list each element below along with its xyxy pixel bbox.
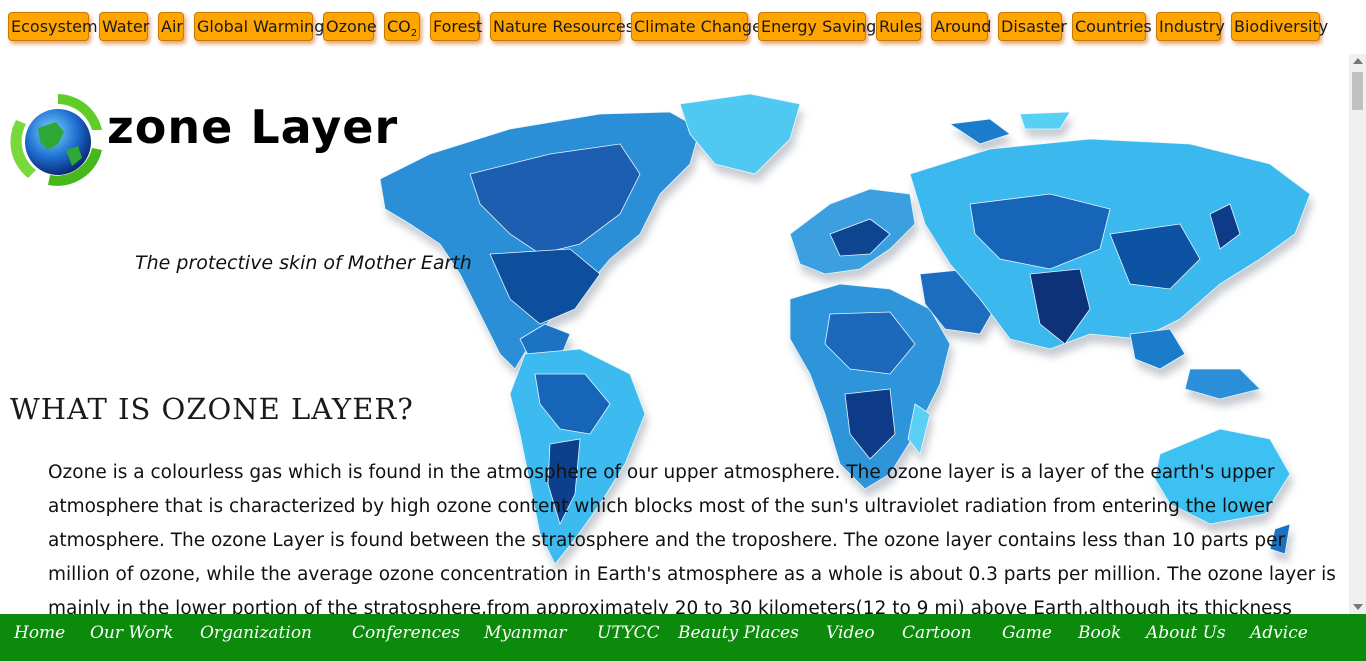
nav-button-co2[interactable]: CO2 bbox=[384, 12, 420, 41]
top-nav-bar: Ecosystem Water Air Global Warming Ozone… bbox=[0, 0, 1366, 54]
bottom-nav-game[interactable]: Game bbox=[1002, 623, 1052, 643]
page-title: zone Layer bbox=[107, 100, 399, 154]
tagline: The protective skin of Mother Earth bbox=[135, 252, 472, 274]
body-paragraph: Ozone is a colourless gas which is found… bbox=[48, 462, 1336, 614]
nav-button-countries[interactable]: Countries bbox=[1072, 12, 1152, 41]
recycling-globe-icon bbox=[10, 94, 102, 186]
bottom-nav-video[interactable]: Video bbox=[826, 623, 875, 643]
scroll-thumb[interactable] bbox=[1352, 72, 1363, 110]
nav-button-climate-change[interactable]: Climate Change bbox=[631, 12, 762, 41]
scroll-down-arrow-icon[interactable] bbox=[1353, 604, 1363, 610]
bottom-nav-beauty-places[interactable]: Beauty Places bbox=[678, 623, 799, 643]
bottom-nav-myanmar[interactable]: Myanmar bbox=[484, 623, 566, 643]
bottom-nav-about-us[interactable]: About Us bbox=[1146, 623, 1226, 643]
bottom-nav-utycc[interactable]: UTYCC bbox=[597, 623, 660, 643]
bottom-nav-our-work[interactable]: Our Work bbox=[90, 623, 173, 643]
vertical-scrollbar[interactable] bbox=[1349, 54, 1366, 614]
nav-button-disaster[interactable]: Disaster bbox=[998, 12, 1067, 41]
nav-button-ozone[interactable]: Ozone bbox=[323, 12, 377, 41]
nav-button-around[interactable]: Around bbox=[931, 12, 991, 41]
nav-button-rules[interactable]: Rules bbox=[876, 12, 922, 41]
nav-button-biodiversity[interactable]: Biodiversity bbox=[1231, 12, 1328, 41]
bottom-nav-cartoon[interactable]: Cartoon bbox=[902, 623, 972, 643]
nav-button-water[interactable]: Water bbox=[99, 12, 149, 41]
bottom-nav-bar: Home Our Work Organization Conferences M… bbox=[0, 614, 1366, 661]
bottom-nav-organization[interactable]: Organization bbox=[200, 623, 312, 643]
section-heading: What is Ozone Layer? bbox=[10, 392, 414, 426]
nav-button-nature-resources[interactable]: Nature Resources bbox=[490, 12, 634, 41]
nav-button-energy-saving[interactable]: Energy Saving bbox=[758, 12, 876, 41]
nav-button-forest[interactable]: Forest bbox=[430, 12, 482, 41]
nav-button-industry[interactable]: Industry bbox=[1156, 12, 1225, 41]
nav-button-air[interactable]: Air bbox=[158, 12, 184, 41]
bottom-nav-conferences[interactable]: Conferences bbox=[352, 623, 460, 643]
main-content: zone Layer The protective skin of Mother… bbox=[0, 54, 1349, 614]
co2-subscript: 2 bbox=[410, 28, 418, 40]
co2-label: CO bbox=[387, 17, 411, 36]
bottom-nav-advice[interactable]: Advice bbox=[1250, 623, 1308, 643]
bottom-nav-home[interactable]: Home bbox=[14, 623, 65, 643]
nav-button-ecosystem[interactable]: Ecosystem bbox=[8, 12, 98, 41]
scroll-up-arrow-icon[interactable] bbox=[1353, 58, 1363, 64]
nav-button-global-warming[interactable]: Global Warming bbox=[194, 12, 324, 41]
bottom-nav-book[interactable]: Book bbox=[1078, 623, 1121, 643]
